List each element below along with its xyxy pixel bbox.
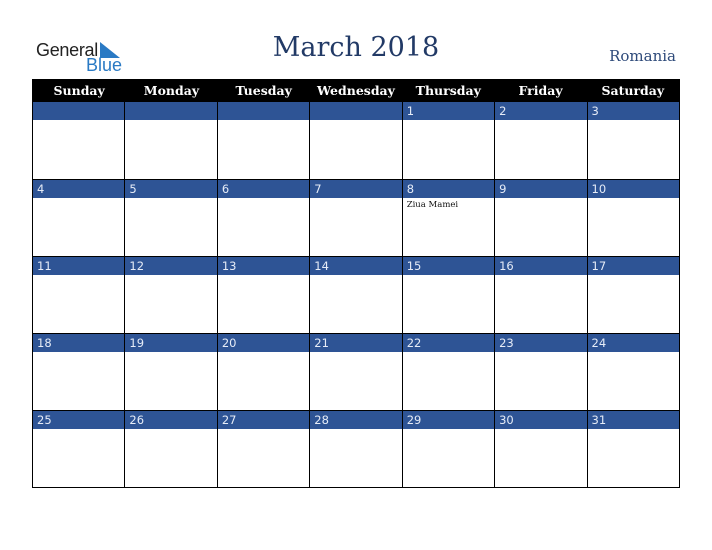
day-cell[interactable]: 10 [586, 180, 679, 256]
day-cell[interactable]: 2 [494, 102, 587, 179]
day-number: 21 [310, 334, 402, 352]
day-number: 24 [587, 334, 679, 352]
day-number: 11 [33, 257, 125, 275]
day-cell[interactable]: 4 [33, 180, 125, 256]
day-number: 29 [402, 411, 495, 429]
day-cell[interactable]: 5 [124, 180, 217, 256]
day-cell[interactable]: 16 [494, 257, 587, 333]
day-number: 23 [495, 334, 587, 352]
day-number [217, 102, 310, 120]
day-number: 30 [495, 411, 587, 429]
day-cell[interactable]: 25 [33, 411, 125, 487]
day-number: 15 [402, 257, 495, 275]
day-number: 3 [587, 102, 679, 120]
day-cell[interactable] [33, 102, 125, 179]
day-number: 18 [33, 334, 125, 352]
day-cell[interactable]: 9 [494, 180, 587, 256]
day-cell[interactable]: 31 [586, 411, 679, 487]
day-cell[interactable]: 11 [33, 257, 125, 333]
page-title: March 2018 [272, 32, 440, 63]
holiday-event: Ziua Mamei [406, 200, 459, 210]
day-number: 12 [125, 257, 217, 275]
day-cell[interactable] [309, 102, 402, 179]
day-cell[interactable]: 24 [586, 334, 679, 410]
day-cell[interactable]: 21 [309, 334, 402, 410]
day-number [310, 102, 402, 120]
day-cell[interactable]: 30 [494, 411, 587, 487]
weekday-thursday: Thursday [415, 83, 481, 98]
week-row: 4 5 6 7 8 Ziua Mamei 9 10 [33, 179, 679, 256]
day-number: 14 [310, 257, 402, 275]
day-cell[interactable]: 18 [33, 334, 125, 410]
day-cell[interactable]: 12 [124, 257, 217, 333]
day-number: 28 [310, 411, 402, 429]
day-cell[interactable]: 29 [401, 411, 495, 487]
week-row: 18 19 20 21 22 23 24 [33, 333, 679, 410]
weekday-tuesday: Tuesday [235, 83, 292, 98]
day-number: 5 [125, 180, 217, 198]
day-number: 16 [495, 257, 587, 275]
day-cell[interactable]: 19 [124, 334, 217, 410]
day-number: 27 [217, 411, 310, 429]
day-number: 10 [587, 180, 679, 198]
day-number: 26 [125, 411, 217, 429]
day-number: 1 [402, 102, 495, 120]
day-cell[interactable]: 28 [309, 411, 402, 487]
day-cell[interactable] [124, 102, 217, 179]
calendar-grid: Sunday Monday Tuesday Wednesday Thursday… [32, 79, 680, 488]
day-number: 4 [33, 180, 125, 198]
day-cell[interactable]: 23 [494, 334, 587, 410]
day-number: 17 [587, 257, 679, 275]
day-number: 31 [587, 411, 679, 429]
day-cell[interactable]: 8 Ziua Mamei [401, 180, 495, 256]
day-cell[interactable] [216, 102, 310, 179]
day-cell[interactable]: 13 [216, 257, 310, 333]
weekday-friday: Friday [518, 83, 563, 98]
day-cell[interactable]: 20 [216, 334, 310, 410]
day-cell[interactable]: 3 [586, 102, 679, 179]
day-number: 2 [495, 102, 587, 120]
day-number: 6 [217, 180, 310, 198]
day-cell[interactable]: 22 [401, 334, 495, 410]
day-cell[interactable]: 14 [309, 257, 402, 333]
day-number: 9 [495, 180, 587, 198]
day-cell[interactable]: 27 [216, 411, 310, 487]
day-cell[interactable]: 15 [401, 257, 495, 333]
day-cell[interactable]: 6 [216, 180, 310, 256]
day-number [125, 102, 217, 120]
country-label: Romania [609, 47, 676, 65]
day-number: 8 [402, 180, 495, 198]
weekday-monday: Monday [143, 83, 200, 98]
week-row: 11 12 13 14 15 16 17 [33, 256, 679, 333]
day-cell[interactable]: 17 [586, 257, 679, 333]
day-number: 25 [33, 411, 125, 429]
day-cell[interactable]: 1 [401, 102, 495, 179]
day-number: 19 [125, 334, 217, 352]
day-number [33, 102, 125, 120]
day-cell[interactable]: 26 [124, 411, 217, 487]
day-number: 22 [402, 334, 495, 352]
day-number: 20 [217, 334, 310, 352]
day-number: 13 [217, 257, 310, 275]
day-cell[interactable]: 7 [309, 180, 402, 256]
day-number: 7 [310, 180, 402, 198]
week-row: 123 [33, 102, 679, 179]
weekday-wednesday: Wednesday [317, 83, 395, 98]
week-row: 25 26 27 28 29 30 31 [33, 410, 679, 487]
weekday-saturday: Saturday [601, 83, 665, 98]
weekday-header: Sunday Monday Tuesday Wednesday Thursday… [33, 80, 679, 102]
weekday-sunday: Sunday [53, 83, 105, 98]
